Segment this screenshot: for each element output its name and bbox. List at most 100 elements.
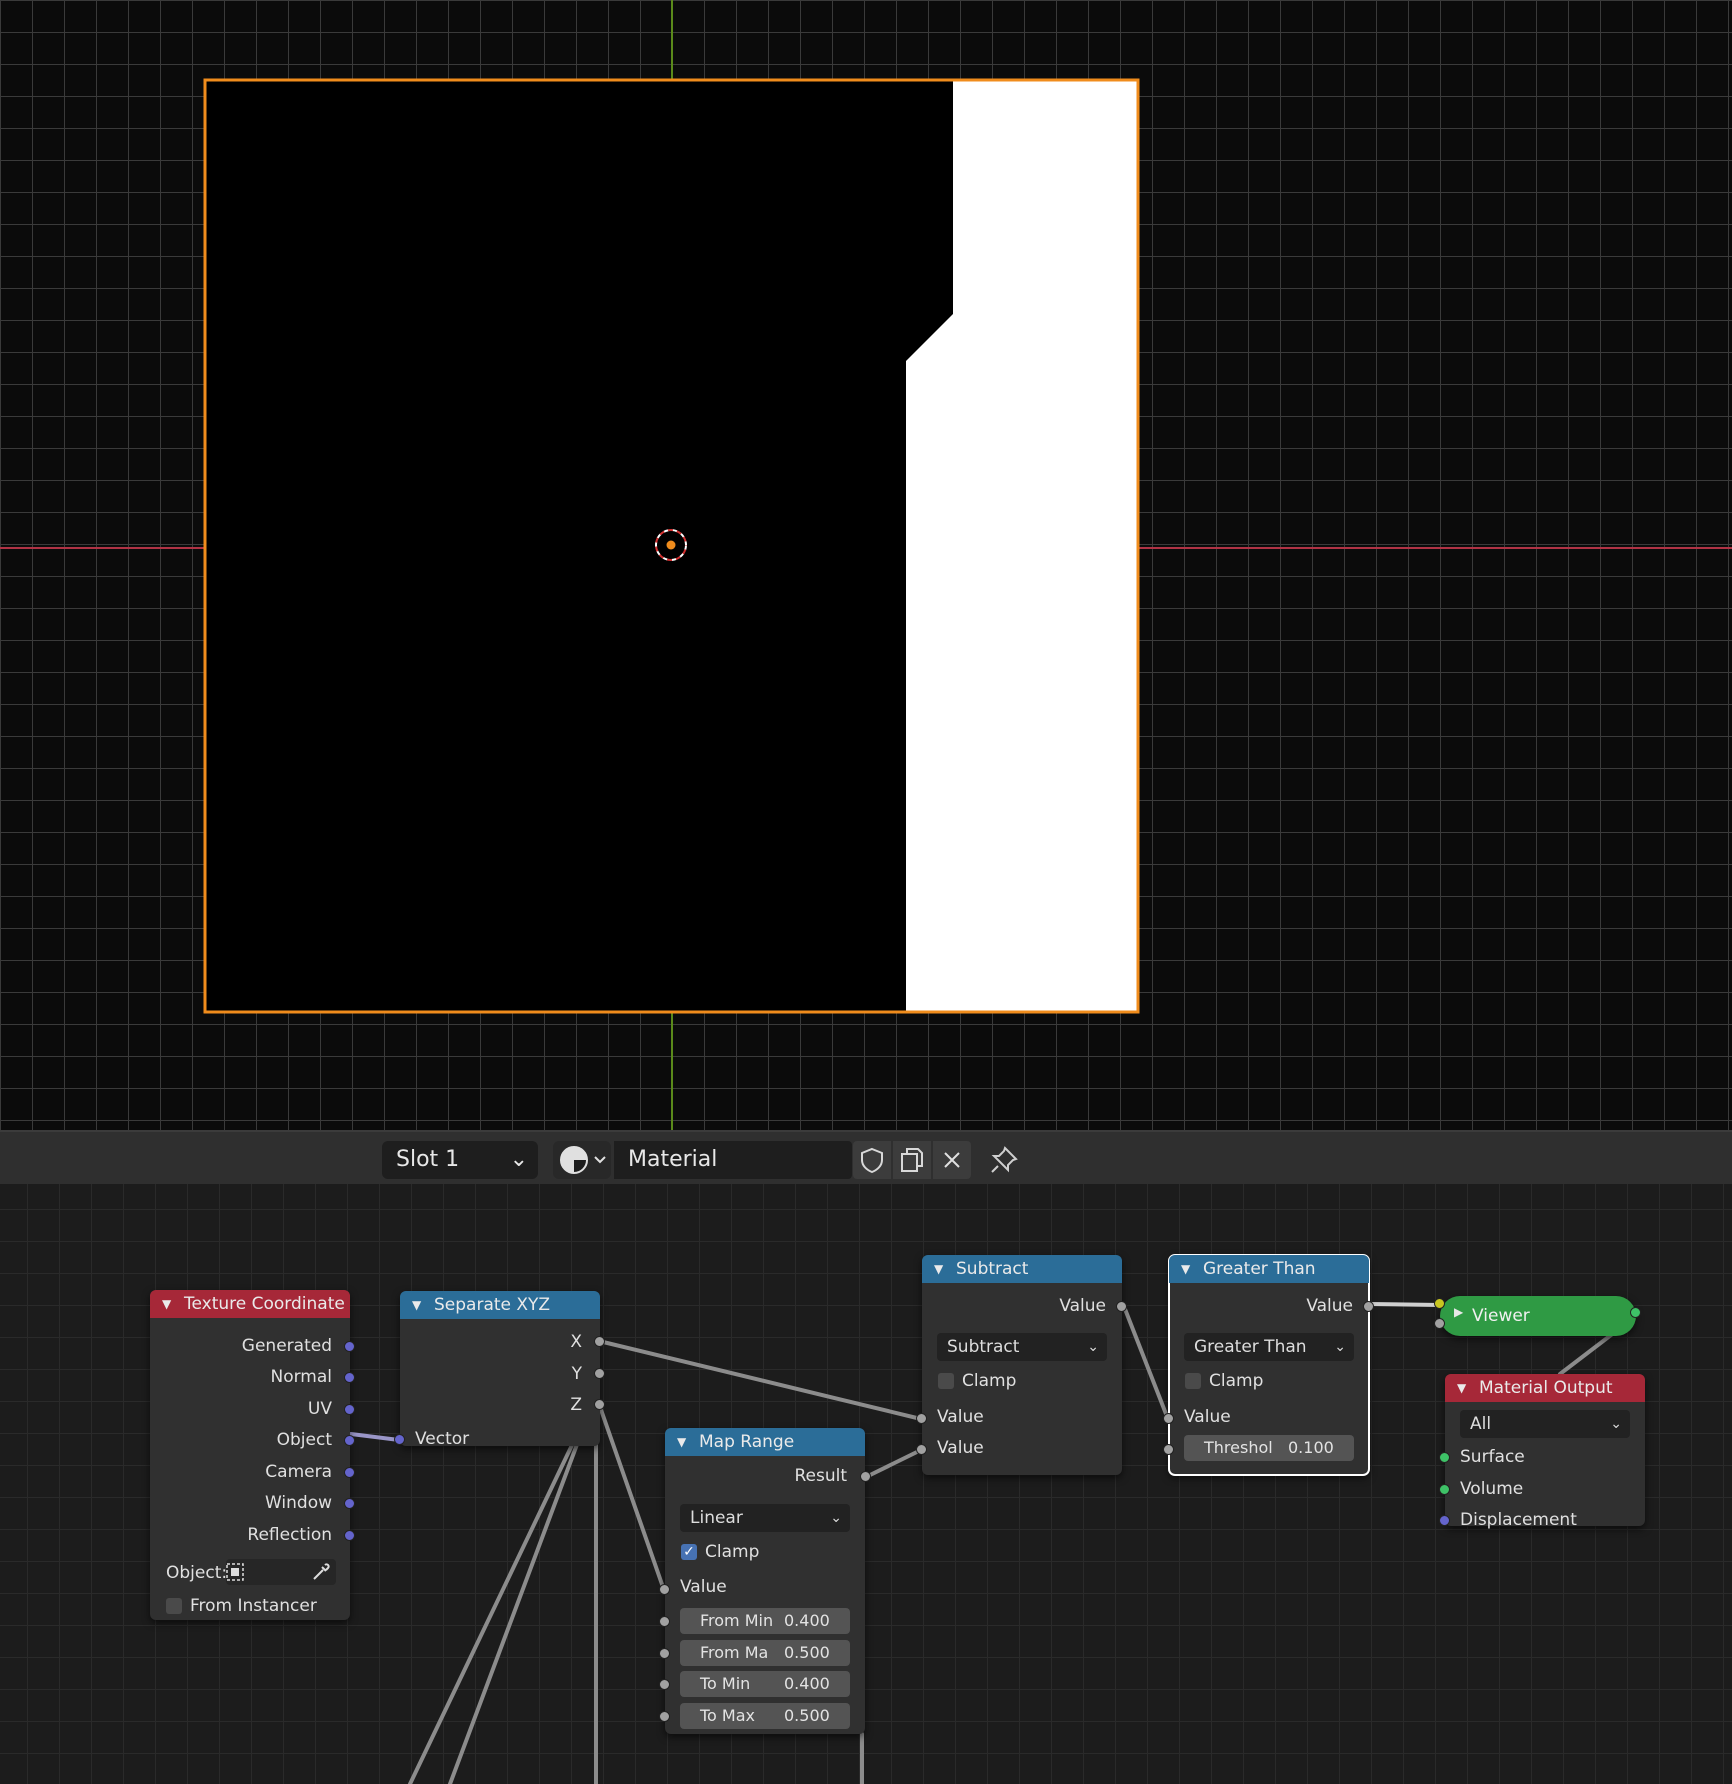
input-socket-value[interactable] [1434,1298,1445,1309]
subtract-node[interactable]: ▼ Subtract Value Subtract ⌄ Clamp Value … [916,1255,1127,1475]
node-header[interactable]: ▼ Texture Coordinate [150,1290,350,1318]
copy-icon [901,1148,923,1172]
chevron-down-icon: ⌄ [509,1147,528,1172]
collapse-triangle-icon[interactable]: ▼ [162,1290,171,1318]
output-socket-reflection[interactable] [344,1530,355,1541]
map-range-node[interactable]: ▼ Map Range Result Linear ⌄ ✓ Clamp Valu… [659,1428,871,1734]
node-title: Map Range [699,1432,795,1452]
dropdown-value: Linear [690,1508,743,1528]
pin-button[interactable] [985,1141,1023,1179]
output-socket-z[interactable] [594,1399,605,1410]
collapse-triangle-icon[interactable]: ▼ [1457,1374,1466,1402]
field-value: 0.400 [784,1611,830,1630]
input-label: Vector [415,1429,470,1449]
node-title: Separate XYZ [434,1295,551,1315]
input-socket-shader[interactable] [1434,1318,1445,1329]
operation-dropdown[interactable]: Subtract ⌄ [937,1333,1107,1361]
output-socket-generated[interactable] [344,1341,355,1352]
output-label: Y [571,1364,582,1384]
unlink-material-button[interactable] [933,1141,971,1179]
chevron-down-icon: ⌄ [1610,1416,1622,1432]
object-field[interactable] [226,1559,336,1585]
output-socket-y[interactable] [594,1368,605,1379]
output-label: X [570,1332,582,1352]
material-slot-dropdown[interactable]: Slot 1 ⌄ [382,1141,538,1179]
pin-icon [991,1146,1018,1173]
material-browse-button[interactable] [553,1141,611,1179]
to-max-field[interactable]: To Max 0.500 [680,1703,850,1729]
input-socket-from-max[interactable] [659,1648,670,1659]
output-label: Generated [241,1336,332,1356]
input-socket-value[interactable] [1163,1413,1174,1424]
output-socket-viewer[interactable] [1630,1307,1641,1318]
from-instancer-checkbox[interactable] [166,1598,182,1614]
duplicate-material-button[interactable] [893,1141,931,1179]
target-dropdown[interactable]: All ⌄ [1460,1410,1630,1438]
material-output-node[interactable]: ▼ Material Output All ⌄ Surface Volume D… [1439,1374,1645,1530]
collapse-triangle-icon[interactable]: ▼ [412,1291,421,1319]
collapse-triangle-icon[interactable]: ▼ [934,1255,943,1283]
input-socket-to-max[interactable] [659,1711,670,1722]
output-socket-result[interactable] [860,1471,871,1482]
link-greater-viewer [1367,1302,1442,1307]
input-socket-volume[interactable] [1439,1484,1450,1495]
greater-than-node[interactable]: ▼ Greater Than Value Greater Than ⌄ Clam… [1163,1254,1374,1476]
operation-dropdown[interactable]: Greater Than ⌄ [1184,1333,1354,1361]
material-name-field[interactable]: Material [614,1141,852,1179]
from-instancer-label: From Instancer [190,1596,317,1616]
to-min-field[interactable]: To Min 0.400 [680,1671,850,1697]
separate-xyz-node[interactable]: ▼ Separate XYZ X Y Z Vector [394,1291,605,1449]
from-min-field[interactable]: From Min 0.400 [680,1608,850,1634]
node-header[interactable]: ▼ Subtract [922,1255,1122,1283]
output-label: Z [570,1395,582,1415]
node-header[interactable]: ▼ Greater Than [1169,1255,1369,1283]
3d-viewport[interactable] [0,0,1732,1130]
clamp-checkbox[interactable] [938,1373,954,1389]
link-x-subtract [597,1339,923,1421]
input-socket-from-min[interactable] [659,1616,670,1627]
output-socket-normal[interactable] [344,1372,355,1383]
input-socket-value-1[interactable] [916,1413,927,1424]
field-label: From Min [700,1611,774,1630]
origin-icon [655,529,687,561]
chevron-down-icon: ⌄ [1087,1339,1099,1355]
input-socket-surface[interactable] [1439,1452,1450,1463]
clamp-label: Clamp [705,1542,760,1562]
output-socket-window[interactable] [344,1498,355,1509]
input-label: Value [1184,1407,1231,1427]
texture-coordinate-node[interactable]: ▼ Texture Coordinate Generated Normal UV… [150,1290,355,1620]
input-socket-value-2[interactable] [916,1444,927,1455]
output-socket-camera[interactable] [344,1467,355,1478]
expand-triangle-icon[interactable]: ▶ [1454,1305,1463,1319]
input-socket-vector[interactable] [394,1434,405,1445]
output-label: Normal [270,1367,332,1387]
output-socket-value[interactable] [1363,1301,1374,1312]
interpolation-dropdown[interactable]: Linear ⌄ [680,1504,850,1532]
collapse-triangle-icon[interactable]: ▼ [677,1428,686,1456]
fake-user-button[interactable] [853,1141,891,1179]
node-header[interactable]: ▼ Separate XYZ [400,1291,600,1319]
output-socket-x[interactable] [594,1336,605,1347]
output-socket-value[interactable] [1116,1301,1127,1312]
input-socket-displacement[interactable] [1439,1515,1450,1526]
threshold-field[interactable]: Threshol 0.100 [1184,1435,1354,1461]
collapse-triangle-icon[interactable]: ▼ [1181,1255,1190,1283]
clamp-checkbox[interactable]: ✓ [681,1544,697,1560]
output-label: Window [264,1493,332,1513]
node-header[interactable]: ▼ Map Range [665,1428,865,1456]
field-label: From Ma [700,1643,769,1662]
node-header[interactable]: ▼ Material Output [1445,1374,1645,1402]
node-title: Material Output [1479,1378,1613,1398]
input-label: Value [680,1577,727,1597]
viewer-node[interactable]: ▶ Viewer [1434,1296,1641,1336]
output-socket-uv[interactable] [344,1404,355,1415]
eyedropper-icon[interactable] [310,1561,332,1583]
input-socket-to-min[interactable] [659,1679,670,1690]
output-socket-object[interactable] [344,1435,355,1446]
input-socket-threshold[interactable] [1163,1444,1174,1455]
node-editor[interactable]: ▼ Texture Coordinate Generated Normal UV… [0,1184,1732,1784]
input-socket-value[interactable] [659,1584,670,1595]
from-max-field[interactable]: From Ma 0.500 [680,1640,850,1666]
link-z-maprange [597,1402,666,1592]
clamp-checkbox[interactable] [1185,1373,1201,1389]
